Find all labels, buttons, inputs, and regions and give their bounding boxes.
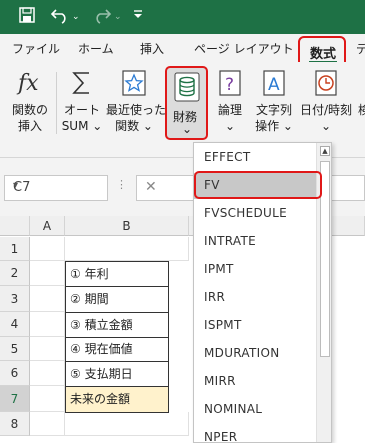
financial-database-icon	[174, 72, 200, 105]
cell-a1[interactable]	[30, 237, 65, 261]
cell-a7[interactable]	[30, 386, 65, 412]
redo-dropdown-icon[interactable]: ⌄	[114, 6, 122, 28]
cell-a8[interactable]	[30, 412, 65, 436]
financial-button[interactable]: 財務 ⌄	[165, 66, 208, 140]
text-functions-label-2: 操作 ⌄	[255, 119, 293, 133]
cell-b2[interactable]: ① 年利	[65, 261, 169, 287]
tab-insert[interactable]: 挿入	[140, 40, 164, 57]
tab-home[interactable]: ホーム	[78, 40, 114, 57]
logical-label-1: 論理	[217, 103, 242, 117]
insert-function-label-1: 関数の	[11, 103, 48, 117]
insert-function-button[interactable]: fx 関数の 挿入	[8, 68, 52, 134]
svg-text:?: ?	[225, 75, 234, 95]
recently-used-label-1: 最近使った	[106, 103, 167, 117]
logical-label-2: ⌄	[224, 119, 236, 133]
cell-b5[interactable]: ④ 現在価値	[65, 337, 169, 362]
text-a-icon: A	[252, 68, 296, 98]
menu-item-mduration[interactable]: MDURATION	[204, 346, 280, 360]
datetime-label-1: 日付/時刻	[299, 103, 353, 117]
column-header-b[interactable]: B	[65, 216, 189, 236]
recently-used-label-2: 関数 ⌄	[115, 119, 153, 133]
text-functions-label-1: 文字列	[255, 103, 292, 117]
row-header-4[interactable]: 4	[0, 312, 30, 337]
menu-item-fvschedule[interactable]: FVSCHEDULE	[204, 206, 287, 220]
datetime-label-2: ⌄	[320, 119, 332, 133]
text-functions-button[interactable]: A 文字列 操作 ⌄	[252, 68, 296, 134]
name-box[interactable]: C7 ▾	[4, 175, 108, 201]
svg-text:A: A	[268, 75, 280, 95]
fx-icon: fx	[8, 68, 52, 98]
cell-a2[interactable]	[30, 261, 65, 286]
cell-b3[interactable]: ② 期間	[65, 286, 169, 313]
clock-icon	[298, 68, 354, 98]
customize-qat-icon[interactable]	[132, 6, 144, 29]
row-header-7[interactable]: 7	[0, 386, 30, 412]
tab-file[interactable]: ファイル	[12, 40, 60, 57]
ribbon-separator	[56, 72, 57, 134]
undo-icon[interactable]	[50, 6, 70, 31]
recently-used-button[interactable]: 最近使った 関数 ⌄	[106, 68, 167, 134]
menu-item-nominal[interactable]: NOMINAL	[204, 402, 262, 416]
insert-function-label-2: 挿入	[17, 119, 42, 133]
row-header-3[interactable]: 3	[0, 286, 30, 312]
svg-text:fx: fx	[16, 71, 39, 96]
redo-icon[interactable]	[92, 6, 112, 31]
financial-chevron-icon: ⌄	[182, 122, 193, 136]
select-all-corner[interactable]	[0, 216, 30, 236]
menu-item-mirr[interactable]: MIRR	[204, 374, 236, 388]
tab-page-layout[interactable]: ページ レイアウト	[194, 40, 294, 57]
cell-a5[interactable]	[30, 337, 65, 361]
cell-b8[interactable]	[65, 412, 189, 436]
tab-formulas-label: 数式	[310, 47, 337, 62]
scroll-up-icon[interactable]: ▲	[320, 146, 330, 156]
cell-b7[interactable]: 未来の金額	[65, 386, 169, 413]
chevron-down-icon[interactable]: ▾	[13, 180, 101, 191]
formula-bar-resize-handle[interactable]: ⋮	[116, 178, 127, 191]
cancel-icon[interactable]: ✕	[145, 179, 157, 195]
lookup-button[interactable]: 検	[358, 68, 365, 118]
row-header-6[interactable]: 6	[0, 361, 30, 386]
quick-access-toolbar: ⌄ ⌄	[0, 0, 365, 34]
cell-b4[interactable]: ③ 積立金額	[65, 312, 169, 338]
menu-item-ipmt[interactable]: IPMT	[204, 262, 234, 276]
tab-data[interactable]: デ	[356, 40, 365, 57]
question-mark-icon: ?	[212, 68, 248, 98]
row-header-5[interactable]: 5	[0, 337, 30, 361]
menu-item-irr[interactable]: IRR	[204, 290, 225, 304]
menu-item-ispmt[interactable]: ISPMT	[204, 318, 242, 332]
cell-b6[interactable]: ⑤ 支払期日	[65, 361, 169, 387]
row-header-8[interactable]: 8	[0, 412, 30, 436]
fv-highlight-annotation	[194, 171, 322, 199]
undo-dropdown-icon[interactable]: ⌄	[72, 6, 80, 28]
autosum-button[interactable]: オート SUM ⌄	[60, 68, 104, 134]
save-icon[interactable]	[18, 6, 36, 31]
sigma-icon	[60, 68, 104, 98]
menu-item-intrate[interactable]: INTRATE	[204, 234, 256, 248]
menu-item-nper[interactable]: NPER	[204, 430, 237, 442]
autosum-label-2: SUM ⌄	[61, 119, 103, 133]
cell-a6[interactable]	[30, 361, 65, 386]
autosum-label-1: オート	[63, 103, 100, 117]
star-icon	[106, 68, 162, 98]
lookup-label: 検	[358, 103, 365, 117]
menu-item-effect[interactable]: EFFECT	[204, 150, 250, 164]
cell-a3[interactable]	[30, 286, 65, 312]
row-header-1[interactable]: 1	[0, 237, 30, 261]
row-header-2[interactable]: 2	[0, 261, 30, 286]
cell-a4[interactable]	[30, 312, 65, 337]
logical-button[interactable]: ? 論理 ⌄	[212, 68, 248, 134]
datetime-button[interactable]: 日付/時刻 ⌄	[298, 68, 354, 134]
lookup-icon	[358, 68, 365, 98]
column-header-a[interactable]: A	[30, 216, 65, 236]
cell-b1[interactable]	[65, 237, 189, 261]
